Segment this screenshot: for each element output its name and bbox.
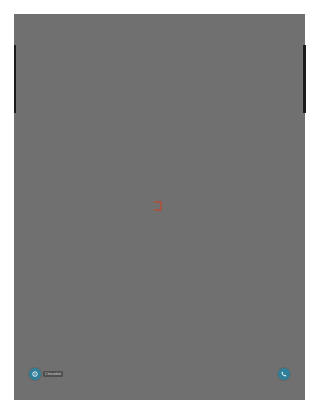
help-button[interactable]	[29, 368, 41, 380]
app-viewport: Checklist	[14, 14, 305, 400]
phone-icon	[281, 371, 287, 377]
help-icon	[32, 371, 38, 377]
call-button[interactable]	[278, 368, 290, 380]
left-side-bar	[14, 45, 16, 113]
right-side-bar	[303, 45, 306, 113]
loading-indicator	[154, 201, 164, 211]
bracket-icon	[154, 201, 162, 211]
help-label: Checklist	[43, 371, 64, 377]
